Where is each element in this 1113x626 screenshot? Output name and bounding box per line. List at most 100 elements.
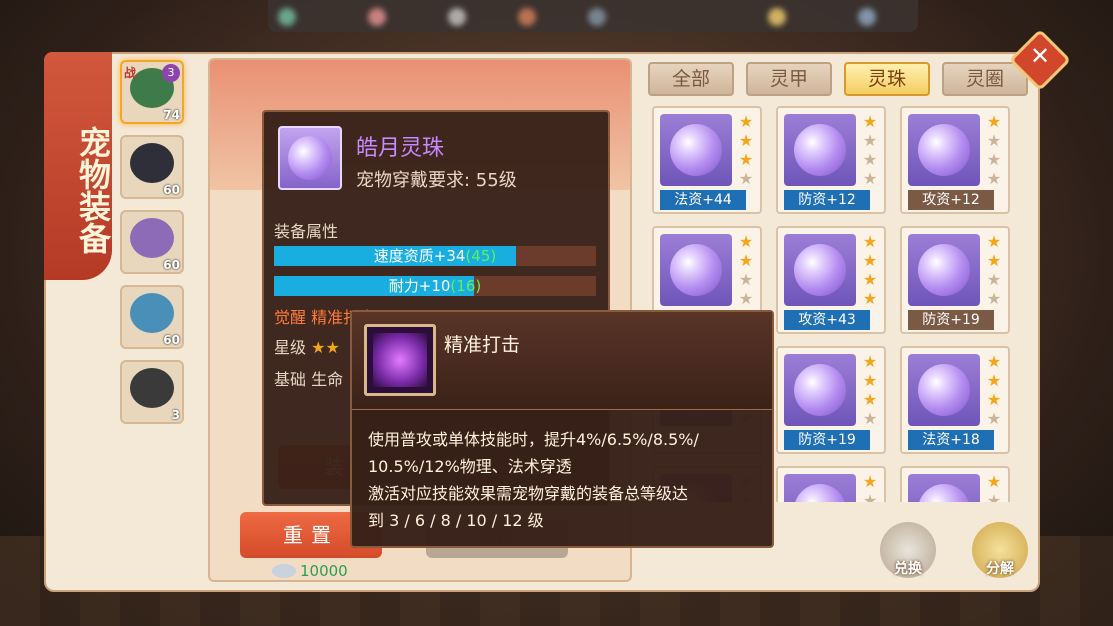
split-button[interactable]: 分解 <box>972 522 1028 578</box>
item-slot[interactable]: ★★★★ <box>776 466 886 502</box>
orb-icon <box>784 114 856 186</box>
coin-amount: 10000 <box>300 562 348 580</box>
item-stars: ★★★★ <box>736 232 756 308</box>
item-stat-label: 防资+19 <box>908 310 994 330</box>
item-stat-label: 防资+12 <box>784 190 870 210</box>
coin-cost: 10000 <box>272 562 348 580</box>
orb-icon <box>660 234 732 306</box>
pet-portrait <box>130 143 174 183</box>
star-icon: ★ <box>986 270 1002 289</box>
orb-icon <box>278 126 342 190</box>
star-icon: ★ <box>986 131 1002 150</box>
star-icon: ★ <box>738 131 754 150</box>
item-stars: ★★★★ <box>860 232 880 308</box>
item-stars: ★★★★ <box>984 472 1004 502</box>
attr-bar: 速度资质+34(45) <box>274 246 596 266</box>
star-icon: ★ <box>738 251 754 270</box>
star-icon: ★ <box>738 169 754 188</box>
tab-2[interactable]: 灵珠 <box>844 62 930 96</box>
pet-slot[interactable]: 60 <box>120 135 184 199</box>
desc-line: 10.5%/12%物理、法术穿透 <box>368 457 572 476</box>
star-icon: ★ <box>862 131 878 150</box>
item-slot[interactable]: ★ ★ ★ ★ 防资+19 <box>900 226 1010 334</box>
item-slot[interactable]: ★ ★ ★ ★ 防资+12 <box>776 106 886 214</box>
item-slot[interactable]: ★ ★ ★ ★ 法资+44 <box>652 106 762 214</box>
star-icon: ★ <box>862 169 878 188</box>
page-title: 宠物装备 <box>44 52 112 280</box>
pet-level: 3 <box>171 408 180 422</box>
item-stars: ★★★★ <box>860 472 880 502</box>
pet-slot[interactable]: 60 <box>120 210 184 274</box>
star-icon: ★ <box>862 491 878 502</box>
star-icon: ★ <box>862 251 878 270</box>
tab-0[interactable]: 全部 <box>648 62 734 96</box>
skill-tooltip: 精准打击 使用普攻或单体技能时，提升4%/6.5%/8.5%/ 10.5%/12… <box>350 310 774 548</box>
orb-icon <box>908 354 980 426</box>
desc-line: 到 3 / 6 / 8 / 10 / 12 级 <box>368 511 544 530</box>
pet-portrait <box>130 293 174 333</box>
item-stat-label: 法资+44 <box>660 190 746 210</box>
item-requirement: 宠物穿戴要求: 55级 <box>356 170 517 191</box>
item-slot[interactable]: ★ ★ ★ ★ 防资+19 <box>776 346 886 454</box>
item-slot[interactable]: ★ ★ ★ ★ 法资+18 <box>900 346 1010 454</box>
item-slot[interactable]: ★★★★ <box>900 466 1010 502</box>
star-icon: ★ <box>986 472 1002 491</box>
pet-level: 60 <box>163 258 180 272</box>
pet-slot[interactable]: 战 3 74 <box>120 60 184 124</box>
orb-icon <box>908 474 980 502</box>
pet-level: 60 <box>163 183 180 197</box>
attr-text: 耐力+10 <box>388 277 451 295</box>
star-icon: ★ <box>986 289 1002 308</box>
pet-slot[interactable]: 60 <box>120 285 184 349</box>
star-icon: ★ <box>862 390 878 409</box>
pet-slot[interactable]: 3 <box>120 360 184 424</box>
star-icon: ★ <box>986 251 1002 270</box>
star-icon: ★ <box>986 491 1002 502</box>
attr-section-title: 装备属性 <box>274 222 339 241</box>
item-stars: ★★★★ <box>860 112 880 188</box>
pet-list: 战 3 74 60 60 60 3 <box>116 60 188 450</box>
item-stat-label: 防资+19 <box>784 430 870 450</box>
swap-button[interactable]: 兑换 <box>880 522 936 578</box>
pet-portrait <box>130 218 174 258</box>
item-slot[interactable]: ★ ★ ★ ★ 攻资+12 <box>900 106 1010 214</box>
star-icon: ★ <box>862 472 878 491</box>
close-icon: ✕ <box>1029 41 1051 70</box>
pet-level: 60 <box>163 333 180 347</box>
item-slot[interactable]: ★ ★ ★ ★ 攻资+43 <box>776 226 886 334</box>
item-stars: ★★★★ <box>860 352 880 428</box>
star-icon: ★ <box>862 150 878 169</box>
star-icon: ★ <box>986 371 1002 390</box>
star-icon: ★ <box>862 371 878 390</box>
item-name: 皓月灵珠 <box>356 136 445 161</box>
item-stars: ★★★★ <box>984 112 1004 188</box>
tab-1[interactable]: 灵甲 <box>746 62 832 96</box>
base-label: 基础 生命 <box>274 370 344 389</box>
attr-text: 速度资质+34 <box>373 247 466 265</box>
star-icon: ★ <box>862 289 878 308</box>
star-icon: ★ <box>862 409 878 428</box>
star-icon: ★ <box>738 289 754 308</box>
orb-icon <box>784 354 856 426</box>
item-stars: ★★★★ <box>984 352 1004 428</box>
item-stars: ★★★★ <box>984 232 1004 308</box>
star-label: 星级 <box>274 338 307 357</box>
star-icon: ★ <box>986 169 1002 188</box>
pet-level: 74 <box>163 108 180 122</box>
star-icon: ★ <box>986 112 1002 131</box>
top-status-bar <box>268 0 918 32</box>
pet-portrait <box>130 368 174 408</box>
desc-line: 使用普攻或单体技能时，提升4%/6.5%/8.5%/ <box>368 430 699 449</box>
chain-skill-icon <box>364 324 436 396</box>
item-stat-label: 攻资+43 <box>784 310 870 330</box>
pet-badge: 3 <box>162 64 180 82</box>
category-tabs: 全部 灵甲 灵珠 灵圈 <box>648 62 1028 96</box>
star-icon: ★ <box>862 112 878 131</box>
star-icon: ★ <box>862 352 878 371</box>
skill-description: 使用普攻或单体技能时，提升4%/6.5%/8.5%/ 10.5%/12%物理、法… <box>368 426 762 534</box>
orb-icon <box>908 114 980 186</box>
attr-bonus: (16) <box>450 277 482 295</box>
orb-icon <box>784 474 856 502</box>
star-icon: ★ <box>738 270 754 289</box>
silver-icon <box>272 564 296 578</box>
